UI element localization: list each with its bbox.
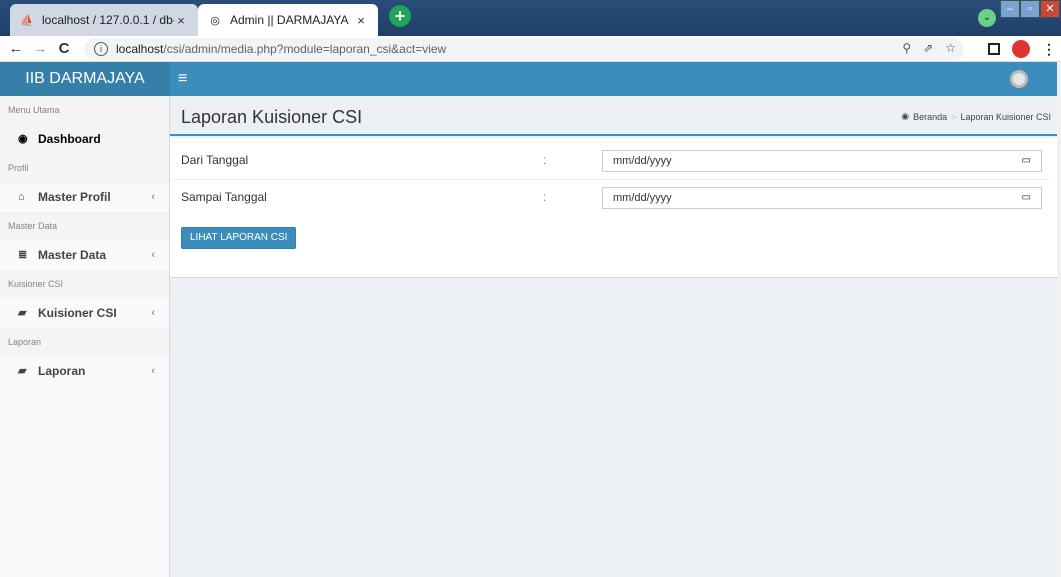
sidebar-item-label: Laporan xyxy=(38,364,86,378)
report-form-box: Dari Tanggal : mm/dd/yyyy ▭ Sampai Tangg… xyxy=(170,138,1061,278)
reload-icon[interactable]: C xyxy=(54,39,74,59)
view-csi-report-button[interactable]: LIHAT LAPORAN CSI xyxy=(181,227,297,249)
new-tab-button[interactable]: + xyxy=(389,5,411,27)
to-date-row: Sampai Tanggal : mm/dd/yyyy ▭ xyxy=(170,179,1050,215)
breadcrumb-home-link[interactable]: Beranda xyxy=(913,112,947,122)
colon: : xyxy=(543,190,547,204)
sidebar-header-kuisioner-csi: Kuisioner CSI xyxy=(0,270,169,299)
address-bar[interactable]: i localhost/csi/admin/media.php?module=l… xyxy=(84,38,964,60)
omnibox-actions: ⚲ ⇗ ☆ xyxy=(902,41,956,55)
sidebar-header-menu-utama: Menu Utama xyxy=(0,96,169,125)
sidebar-header-master-data: Master Data xyxy=(0,212,169,241)
sidebar-item-label: Dashboard xyxy=(38,132,101,146)
tab-close-icon[interactable]: × xyxy=(354,13,368,28)
colon: : xyxy=(543,153,547,167)
app-header: IIB DARMAJAYA ≡ xyxy=(0,62,1061,96)
profile-avatar-icon[interactable] xyxy=(1012,40,1030,58)
sidebar-item-label: Master Data xyxy=(38,248,107,262)
url-text[interactable]: localhost/csi/admin/media.php?module=lap… xyxy=(116,42,446,56)
app-logo[interactable]: IIB DARMAJAYA xyxy=(0,62,170,96)
sidebar-item-dashboard[interactable]: ◉ Dashboard xyxy=(0,125,169,154)
chevron-left-icon: ‹ xyxy=(151,307,155,319)
breadcrumb-separator: > xyxy=(951,111,957,122)
from-date-placeholder: mm/dd/yyyy xyxy=(613,155,672,167)
chevron-left-icon: ‹ xyxy=(151,191,155,203)
page-title: Laporan Kuisioner CSI xyxy=(181,107,363,127)
user-menu-icon[interactable] xyxy=(1010,70,1028,88)
sidebar: Menu Utama ◉ Dashboard Profil ⌂ Master P… xyxy=(0,96,170,577)
minimize-button[interactable]: – xyxy=(1000,0,1020,18)
sidebar-item-label: Master Profil xyxy=(38,190,111,204)
menu-toggle-icon[interactable]: ≡ xyxy=(178,62,187,96)
phpmyadmin-favicon-icon: ⛵ xyxy=(20,14,34,27)
sidebar-item-master-data[interactable]: ≣ Master Data ‹ xyxy=(0,241,169,270)
browser-tabstrip: ⛵ localhost / 127.0.0.1 / db-csi | ph × … xyxy=(0,0,1061,36)
to-date-placeholder: mm/dd/yyyy xyxy=(613,192,672,204)
chevron-left-icon: ‹ xyxy=(151,249,155,261)
from-date-input[interactable]: mm/dd/yyyy ▭ xyxy=(602,150,1042,172)
book-icon: ▰ xyxy=(18,365,27,377)
sidebar-header-profil: Profil xyxy=(0,154,169,183)
globe-favicon-icon: ◎ xyxy=(210,14,220,27)
book-icon: ▰ xyxy=(18,307,27,319)
chevron-left-icon: ‹ xyxy=(151,365,155,377)
breadcrumb-current: Laporan Kuisioner CSI xyxy=(960,111,1051,122)
close-window-button[interactable]: ✕ xyxy=(1040,0,1060,18)
tab-title: localhost / 127.0.0.1 / db-csi | ph xyxy=(42,13,174,27)
more-menu-icon[interactable]: ⋮ xyxy=(1042,41,1056,58)
sidebar-item-laporan[interactable]: ▰ Laporan ‹ xyxy=(0,357,169,386)
database-icon: ≣ xyxy=(18,249,28,261)
tab-search-button[interactable]: ⌄ xyxy=(978,9,996,27)
from-date-row: Dari Tanggal : mm/dd/yyyy ▭ xyxy=(170,142,1050,178)
sidebar-header-laporan: Laporan xyxy=(0,328,169,357)
forward-arrow-icon[interactable]: → xyxy=(30,39,50,59)
content-header: Laporan Kuisioner CSI ◉ Beranda > Lapora… xyxy=(170,96,1061,136)
sidebar-item-kuisioner-csi[interactable]: ▰ Kuisioner CSI ‹ xyxy=(0,299,169,328)
sidepanel-icon[interactable] xyxy=(988,43,1000,55)
toolbar-right: ⋮ xyxy=(988,40,1056,58)
zoom-icon[interactable]: ⚲ xyxy=(902,41,911,55)
browser-tab-admin[interactable]: ◎ Admin || DARMAJAYA × xyxy=(198,4,378,36)
sidebar-item-master-profil[interactable]: ⌂ Master Profil ‹ xyxy=(0,183,169,212)
calendar-icon[interactable]: ▭ xyxy=(1022,151,1031,171)
window-controls: – ▫ ✕ xyxy=(1000,0,1060,20)
dashboard-icon: ◉ xyxy=(901,111,910,121)
tab-title: Admin || DARMAJAYA xyxy=(230,13,349,27)
bookmark-star-icon[interactable]: ☆ xyxy=(945,41,956,55)
home-icon: ⌂ xyxy=(18,191,25,203)
main-content: Laporan Kuisioner CSI ◉ Beranda > Lapora… xyxy=(170,96,1061,577)
back-arrow-icon[interactable]: ← xyxy=(6,39,26,59)
browser-tab-phpmyadmin[interactable]: ⛵ localhost / 127.0.0.1 / db-csi | ph × xyxy=(10,4,198,36)
from-date-label: Dari Tanggal xyxy=(181,153,249,167)
maximize-button[interactable]: ▫ xyxy=(1020,0,1040,18)
sidebar-item-label: Kuisioner CSI xyxy=(38,306,117,320)
page-scrollbar[interactable] xyxy=(1057,62,1061,577)
site-info-icon[interactable]: i xyxy=(94,42,108,56)
dashboard-icon: ◉ xyxy=(18,133,28,145)
share-icon[interactable]: ⇗ xyxy=(923,41,933,55)
calendar-icon[interactable]: ▭ xyxy=(1022,188,1031,208)
to-date-input[interactable]: mm/dd/yyyy ▭ xyxy=(602,187,1042,209)
tab-close-icon[interactable]: × xyxy=(174,13,188,28)
breadcrumb: ◉ Beranda > Laporan Kuisioner CSI xyxy=(901,111,1051,122)
browser-toolbar: ← → C i localhost/csi/admin/media.php?mo… xyxy=(0,36,1061,62)
to-date-label: Sampai Tanggal xyxy=(181,190,267,204)
